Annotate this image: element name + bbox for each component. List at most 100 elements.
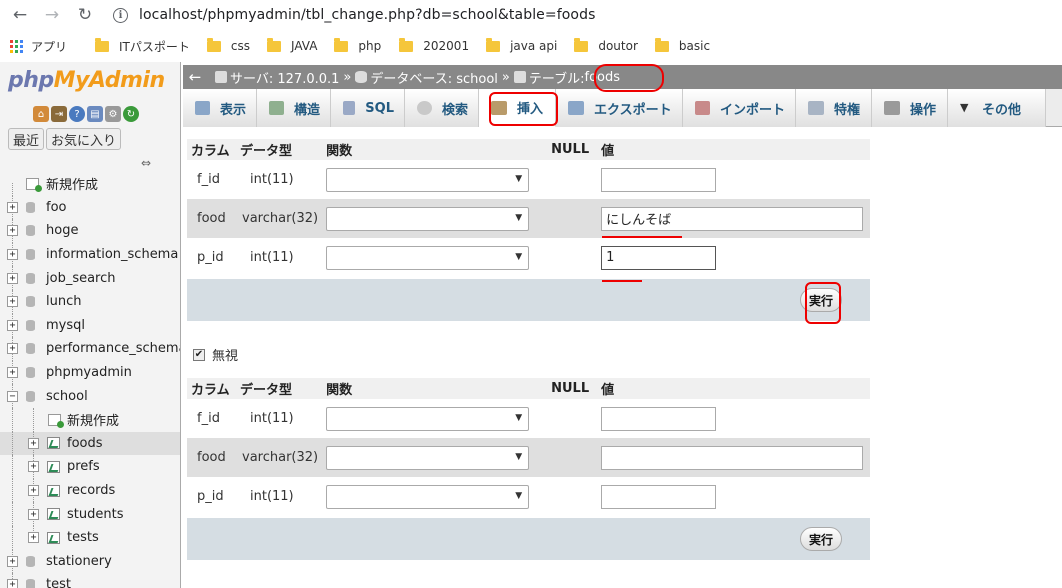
bookmark-php[interactable]: php [334, 37, 381, 53]
docs-icon[interactable]: ▤ [87, 106, 103, 122]
back-icon[interactable]: ← [8, 3, 32, 27]
tree-school-new-table[interactable]: 新規作成 [0, 407, 180, 432]
function-select[interactable] [326, 406, 530, 431]
tab-export[interactable]: エクスポート [556, 89, 683, 127]
refresh-icon[interactable]: ↻ [123, 106, 139, 122]
home-icon[interactable]: ⌂ [33, 106, 49, 122]
forward-icon[interactable]: → [40, 3, 64, 27]
tree-db-hoge[interactable]: + hoge [0, 219, 180, 243]
info-icon[interactable]: i [113, 7, 128, 23]
value-input[interactable]: にしんそば [601, 206, 864, 231]
value-input[interactable] [601, 484, 717, 509]
tab-privileges[interactable]: 特権 [796, 89, 872, 127]
reload-icon[interactable]: ↻ [73, 3, 97, 27]
url-text[interactable]: localhost/phpmyadmin/tbl_change.php?db=s… [139, 7, 595, 23]
apps-button[interactable]: アプリ [10, 38, 67, 55]
tree-db-information-schema[interactable]: + information_schema [0, 242, 180, 267]
tab-search[interactable]: 検索 [405, 89, 479, 127]
apps-grid-icon [10, 39, 23, 53]
breadcrumb-database[interactable]: データベース: school [370, 68, 498, 87]
tree-new-database[interactable]: 新規作成 [0, 172, 180, 196]
link-icon[interactable]: ⇔ [141, 156, 151, 170]
recent-button[interactable]: 最近 [8, 128, 45, 150]
tab-import[interactable]: インポート [683, 89, 796, 127]
function-select[interactable] [326, 206, 530, 231]
tree-db-phpmyadmin[interactable]: + phpmyadmin [0, 360, 180, 385]
bookmark-202001[interactable]: 202001 [399, 37, 469, 53]
function-select[interactable] [326, 245, 530, 270]
bookmark-doutor[interactable]: doutor [574, 37, 638, 53]
logout-icon[interactable]: ⇥ [51, 106, 67, 122]
field-type: varchar(32) [236, 199, 323, 238]
expand-icon[interactable]: + [7, 249, 18, 261]
expand-icon[interactable]: + [7, 225, 18, 237]
phpmyadmin-logo[interactable]: phpMyAdmin [8, 68, 165, 93]
expand-icon[interactable]: + [7, 555, 18, 567]
tab-operations[interactable]: 操作 [872, 89, 948, 127]
tree-db-school[interactable]: − school [0, 384, 180, 408]
expand-icon[interactable]: + [7, 272, 18, 284]
collapse-sidebar-icon[interactable]: ← [183, 68, 207, 86]
bookmark-java[interactable]: JAVA [267, 37, 317, 53]
expand-icon[interactable]: + [28, 485, 39, 497]
tree-db-stationery[interactable]: + stationery [0, 549, 180, 574]
tree-table-foods[interactable]: + foods [0, 431, 180, 456]
expand-icon[interactable]: + [7, 343, 18, 355]
tree-db-mysql[interactable]: + mysql [0, 313, 180, 338]
tab-browse[interactable]: 表示 [183, 89, 257, 127]
go-button[interactable]: 実行 [799, 527, 842, 551]
collapse-icon[interactable]: − [7, 390, 18, 402]
bookmark-itpassport[interactable]: ITパスポート [95, 37, 190, 55]
tab-structure[interactable]: 構造 [257, 89, 331, 127]
tree-db-test[interactable]: + test [0, 573, 180, 588]
favorites-button[interactable]: お気に入り [46, 128, 122, 150]
annotation-underline-pid [602, 280, 642, 282]
expand-icon[interactable]: + [7, 296, 18, 308]
settings-icon[interactable]: ⚙ [105, 106, 121, 122]
folder-icon [267, 37, 281, 52]
folder-icon [486, 37, 501, 52]
col-header-type: データ型 [236, 378, 323, 400]
bookmark-css[interactable]: css [206, 37, 250, 53]
annotation-underline-food [602, 236, 682, 238]
expand-icon[interactable]: + [7, 319, 18, 331]
tree-db-job-search[interactable]: + job_search [0, 266, 180, 290]
value-input[interactable] [601, 445, 864, 470]
url-field[interactable]: i localhost/phpmyadmin/tbl_change.php?db… [113, 2, 595, 28]
privileges-icon [808, 101, 824, 115]
expand-icon[interactable]: + [28, 461, 39, 473]
tree-label: lunch [46, 294, 82, 310]
new-table-icon [48, 413, 64, 428]
tree-db-foo[interactable]: + foo [0, 195, 180, 220]
tree-table-prefs[interactable]: + prefs [0, 455, 180, 479]
value-input[interactable] [601, 167, 717, 192]
expand-icon[interactable]: + [7, 367, 18, 379]
tree-table-tests[interactable]: + tests [0, 525, 180, 550]
value-input[interactable] [601, 406, 717, 431]
function-select[interactable] [326, 167, 530, 192]
tree-table-students[interactable]: + students [0, 502, 180, 526]
folder-icon [206, 37, 221, 52]
expand-icon[interactable]: + [28, 508, 39, 520]
tree-db-performance-schema[interactable]: + performance_schema [0, 337, 180, 361]
help-icon[interactable]: ? [69, 106, 85, 122]
expand-icon[interactable]: + [28, 437, 39, 449]
tab-more[interactable]: ▼ その他 [948, 89, 1046, 127]
ignore-option[interactable]: ✔ 無視 [193, 345, 238, 364]
tree-db-lunch[interactable]: + lunch [0, 289, 180, 314]
field-row: food varchar(32) にしんそば [187, 199, 870, 238]
expand-icon[interactable]: + [7, 201, 18, 213]
expand-icon[interactable]: + [28, 532, 39, 544]
breadcrumb-server[interactable]: サーバ: 127.0.0.1 [230, 68, 339, 87]
ignore-checkbox[interactable]: ✔ [193, 348, 205, 361]
function-select[interactable] [326, 445, 530, 470]
expand-icon[interactable]: + [7, 579, 18, 588]
tree-table-records[interactable]: + records [0, 478, 180, 503]
function-select[interactable] [326, 484, 530, 509]
value-input[interactable]: 1 [601, 245, 717, 270]
tab-sql[interactable]: SQL [331, 89, 405, 127]
tree-line [12, 183, 13, 196]
tree-label: students [67, 506, 124, 522]
bookmark-basic[interactable]: basic [654, 37, 710, 53]
bookmark-java-api[interactable]: java api [486, 37, 557, 53]
